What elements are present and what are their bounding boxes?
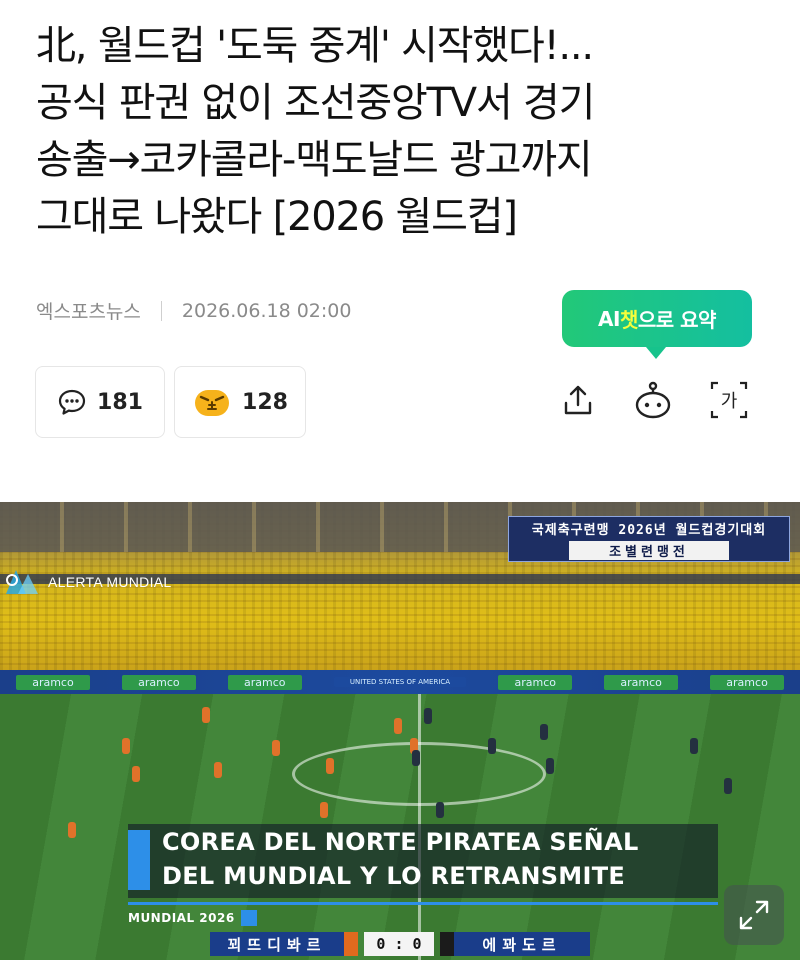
player xyxy=(436,802,444,818)
ad-board-item: aramco xyxy=(16,674,90,690)
share-button[interactable] xyxy=(558,378,598,422)
comments-button[interactable]: 181 xyxy=(35,366,165,438)
font-size-button[interactable]: 가 xyxy=(709,378,749,422)
comments-count: 181 xyxy=(97,389,143,415)
ad-board-item: aramco xyxy=(498,674,572,690)
caption-tag-square xyxy=(240,910,257,926)
angry-count: 128 xyxy=(242,389,288,415)
player xyxy=(424,708,432,724)
channel-logo-text: ALERTA MUNDIAL xyxy=(48,574,172,590)
caption-underline xyxy=(128,902,718,905)
player xyxy=(488,738,496,754)
expand-icon xyxy=(739,900,769,930)
headline-line: 北, 월드컵 '도둑 중계' 시작했다!... xyxy=(36,23,594,69)
team-b-color-chip xyxy=(440,932,454,956)
share-icon xyxy=(564,385,592,415)
caption-tag-text: MUNDIAL 2026 xyxy=(128,911,235,925)
team-a-name: 꾀뜨디봐르 xyxy=(210,932,344,956)
player xyxy=(540,724,548,740)
player xyxy=(68,822,76,838)
comment-icon xyxy=(58,389,86,415)
player xyxy=(326,758,334,774)
ai-summary-button[interactable]: AI 챗 으로 요약 xyxy=(562,290,752,359)
player xyxy=(272,740,280,756)
player xyxy=(394,718,402,734)
stadium-caption-board: 국제축구련맹 2026년 월드컵경기대회 조별련맹전 xyxy=(508,516,790,562)
font-size-icon: 가 xyxy=(710,381,748,419)
news-source[interactable]: 엑스포츠뉴스 xyxy=(36,297,141,324)
caption-tag: MUNDIAL 2026 xyxy=(128,910,257,926)
news-caption: COREA DEL NORTE PIRATEA SEÑAL DEL MUNDIA… xyxy=(128,824,718,898)
player xyxy=(724,778,732,794)
angry-face-icon xyxy=(195,390,230,416)
match-scoreboard: 꾀뜨디봐르 0 : 0 에꽈도르 xyxy=(210,932,590,956)
player xyxy=(214,762,222,778)
player xyxy=(690,738,698,754)
stadium-board-line1: 국제축구련맹 2026년 월드컵경기대회 xyxy=(531,522,767,538)
meta-divider xyxy=(160,300,162,321)
font-size-label: 가 xyxy=(721,391,738,412)
stadium-board-line2: 조별련맹전 xyxy=(569,540,729,560)
chatbot-icon xyxy=(635,381,671,419)
ai-summary-label-ai: AI xyxy=(598,306,620,331)
video-player[interactable]: 국제축구련맹 2026년 월드컵경기대회 조별련맹전 ALERTA MUNDIA… xyxy=(0,502,800,960)
article-headline: 北, 월드컵 '도둑 중계' 시작했다!... 공식 판권 없이 조선중앙TV서… xyxy=(36,18,776,246)
caption-line2: DEL MUNDIAL Y LO RETRANSMITE xyxy=(162,862,626,890)
ad-board-item: aramco xyxy=(228,674,302,690)
chatbot-button[interactable] xyxy=(633,378,673,422)
headline-line: 그대로 나왔다 [2026 월드컵] xyxy=(36,194,518,240)
channel-logo: ALERTA MUNDIAL xyxy=(4,564,172,600)
team-a-color-chip xyxy=(344,932,358,956)
team-b-name: 에꽈도르 xyxy=(454,932,590,956)
player xyxy=(412,750,420,766)
alerta-logo-icon xyxy=(6,570,38,594)
ad-board-item: aramco xyxy=(122,674,196,690)
ai-summary-label-rest: 으로 요약 xyxy=(637,308,717,332)
player xyxy=(122,738,130,754)
page-bottom xyxy=(0,960,800,973)
angry-reaction-button[interactable]: 128 xyxy=(174,366,306,438)
headline-line: 공식 판권 없이 조선중앙TV서 경기 xyxy=(36,80,595,126)
ad-board-item: UNITED STATES OF AMERICA xyxy=(333,677,467,687)
ad-board-item: aramco xyxy=(604,674,678,690)
publish-datetime: 2026.06.18 02:00 xyxy=(181,299,352,322)
caption-accent-bar xyxy=(128,830,150,890)
ad-board-item: aramco xyxy=(710,674,784,690)
article-meta: 엑스포츠뉴스 2026.06.18 02:00 xyxy=(36,297,351,324)
headline-line: 송출→코카콜라-맥도날드 광고까지 xyxy=(36,137,593,183)
player xyxy=(320,802,328,818)
match-score: 0 : 0 xyxy=(364,932,434,956)
fullscreen-button[interactable] xyxy=(724,885,784,945)
player xyxy=(132,766,140,782)
ad-boards: aramco aramco aramco UNITED STATES OF AM… xyxy=(0,670,800,694)
ai-summary-label-highlight: 챗 xyxy=(619,308,638,332)
player xyxy=(546,758,554,774)
player xyxy=(202,707,210,723)
caption-line1: COREA DEL NORTE PIRATEA SEÑAL xyxy=(162,828,639,856)
